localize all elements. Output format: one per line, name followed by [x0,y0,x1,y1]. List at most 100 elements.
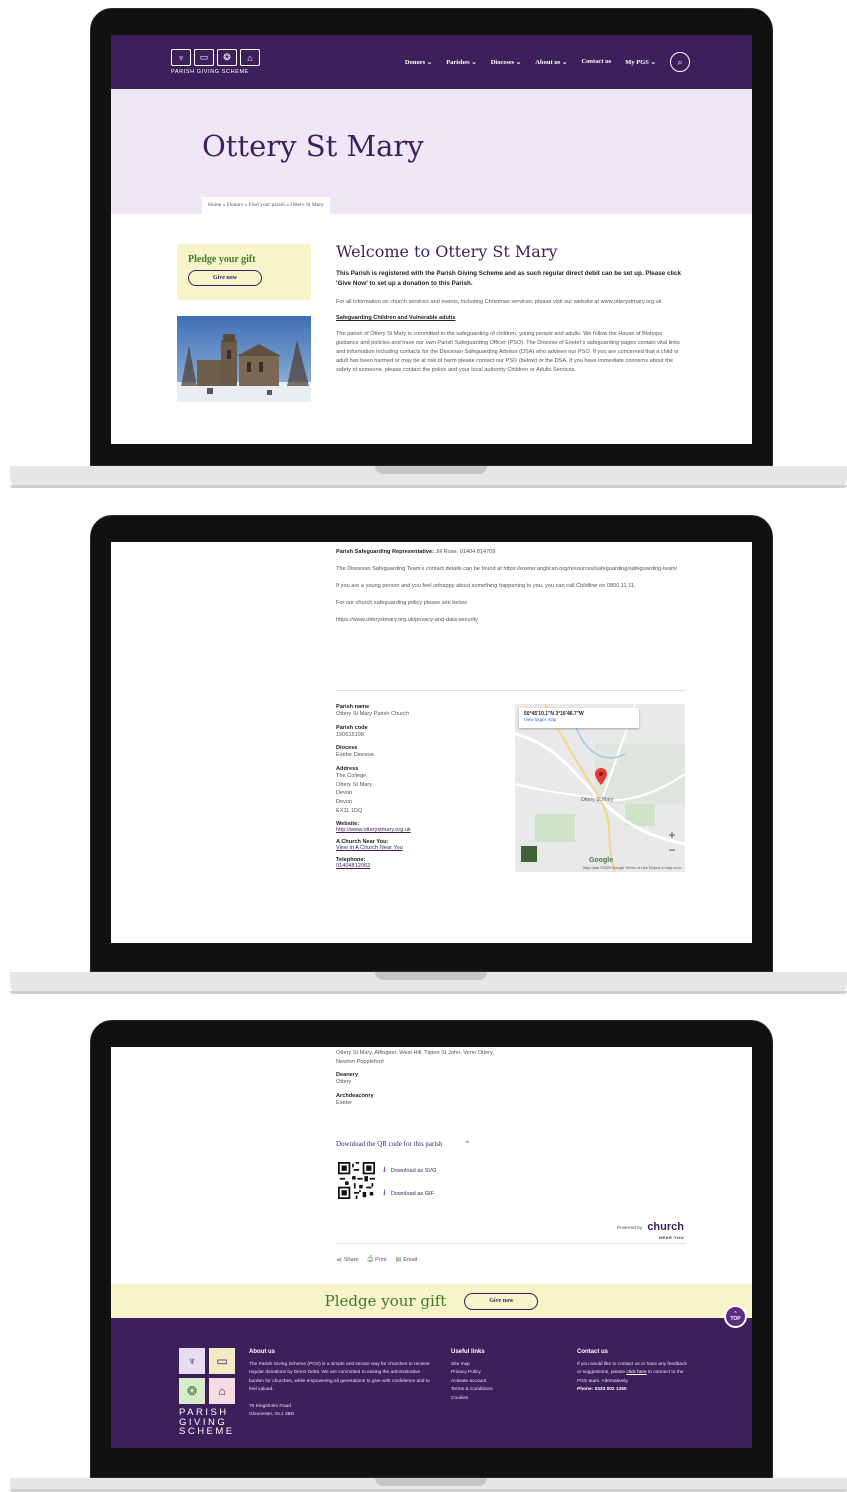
nav-dioceses[interactable]: Dioceses ⌄ [491,58,522,66]
pledge-box: Pledge your gift Give now [177,244,311,300]
circle-of-people-icon: ❂ [179,1378,205,1404]
nav-donors[interactable]: Donors ⌄ [405,58,432,66]
footer-link-privacy[interactable]: Privacy Policy [451,1369,551,1377]
rep-label: Parish Safeguarding Representative: [336,549,434,555]
diocesan-team-text: The Diocesan Safeguarding Team's contact… [336,565,678,572]
footer-link-activate[interactable]: Activate account [451,1378,551,1386]
google-logo: Google [589,857,614,864]
chalice-icon: ♆ [179,1348,205,1374]
deanery-value: Ottery [336,1079,352,1086]
address-line: EX11 1DQ [336,807,363,814]
address-line: Ottery St Mary [336,781,373,788]
website-link[interactable]: http://www.otterystmary.org.uk [336,827,496,833]
policy-url[interactable]: https://www.otterystmary.org.uk/privacy-… [336,616,686,625]
view-larger-map-link[interactable]: View larger map [524,717,634,722]
footer-link-terms[interactable]: Terms & Conditions [451,1386,551,1394]
safeguarding-rep: Parish Safeguarding Representative: Jill… [336,548,686,557]
church-photo [177,316,311,402]
location-map[interactable]: 50°45'10.1"N 3°16'46.7"W View larger map… [515,704,685,872]
footer-logo-text: PARISH GIVING SCHEME [179,1408,239,1437]
footer-about-heading: About us [249,1349,275,1355]
footer-logo[interactable]: ♆ ▭ ❂ ⌂ PARISH GIVING SCHEME [179,1348,239,1437]
parish-name-value: Ottery St Mary Parish Church [336,711,410,717]
qr-section: ⭳ Download as SVG ⭳ Download as GIF [338,1162,437,1210]
safeguarding-contacts: Parish Safeguarding Representative: Jill… [336,548,686,633]
contact-click-here-link[interactable]: click here [626,1370,646,1375]
nav-contact-us[interactable]: Contact us [581,58,611,66]
laptop-notch-3 [375,1478,487,1486]
laptop-frame-1: ♆ ▭ ❂ ⌂ PARISH GIVING SCHEME Donors ⌄ Pa… [90,8,773,466]
download-svg-link[interactable]: ⭳ Download as SVG [383,1164,437,1178]
cny-link[interactable]: View in A Church Near You [336,845,496,851]
nav-parishes[interactable]: Parishes ⌄ [446,58,477,66]
parish-details-continued: Ottery St Mary, Alfington, West Hill, Ti… [336,1049,686,1114]
zoom-in-button[interactable]: + [665,828,679,843]
map-pin-icon[interactable] [595,768,607,785]
book-icon: ▭ [209,1348,235,1374]
breadcrumb[interactable]: Home » Donors » Find your parish » Otter… [202,197,330,214]
address-line: Devon [336,798,353,805]
circle-of-people-icon: ❂ [217,49,237,66]
email-button[interactable]: ✉ Email [395,1256,417,1264]
footer-address: 76 Kingsholm Road Gloucester, GL1 3BD [249,1403,434,1420]
pledge-title: Pledge your gift [188,254,256,265]
footer-address-line: 76 Kingsholm Road [249,1403,291,1409]
email-label: Email [403,1257,418,1263]
footer-contact-heading: Contact us [577,1349,609,1355]
book-icon: ▭ [194,49,214,66]
download-gif-link[interactable]: ⭳ Download as GIF [383,1187,437,1201]
footer-contact-text: If you would like to contact us or have … [577,1361,689,1386]
page-title: Ottery St Mary [202,129,424,163]
search-icon[interactable]: ⌕ [670,52,690,72]
nav-about-us[interactable]: About us ⌄ [535,58,567,66]
laptop-frame-3: Ottery St Mary, Alfington, West Hill, Ti… [90,1020,773,1478]
download-icon: ⭳ [383,1188,386,1197]
laptop-frame-2: Parish Safeguarding Representative: Jill… [90,515,773,972]
qr-code-image [338,1162,375,1199]
telephone-link[interactable]: 01404812062 [336,863,496,869]
building-icon: ⌂ [240,49,260,66]
childline-text: If you are a young person and you feel u… [336,582,636,589]
logo-text: PARISH GIVING SCHEME [171,69,249,75]
nav-my-pgs[interactable]: My PGS ⌄ [625,58,656,66]
back-to-top-button[interactable]: ⌃ TOP [724,1305,747,1328]
qr-code-toggle[interactable]: Download the QR code for this parish ⌃ [336,1139,470,1148]
pgs-logo[interactable]: ♆ ▭ ❂ ⌂ PARISH GIVING SCHEME [171,49,260,75]
page-hero: Ottery St Mary Home » Donors » Find your… [111,89,752,214]
screen-1: ♆ ▭ ❂ ⌂ PARISH GIVING SCHEME Donors ⌄ Pa… [111,35,752,444]
share-button[interactable]: ⋖ Share [336,1256,359,1264]
share-icon: ⋖ [336,1257,342,1264]
email-icon: ✉ [395,1257,402,1264]
download-svg-label: Download as SVG [390,1168,437,1174]
give-now-button[interactable]: Give now [464,1292,539,1310]
download-gif-label: Download as GIF [390,1191,435,1197]
safeguarding-heading: Safeguarding Children and Vulnerable adu… [336,315,456,322]
chevron-up-icon: ⌃ [464,1140,471,1148]
rep-value: Jill Rose, 01404 814709 [435,549,496,555]
map-place-label: Ottery St Mary [581,797,614,803]
print-button[interactable]: ⎙ Print [368,1256,387,1264]
top-navigation: ♆ ▭ ❂ ⌂ PARISH GIVING SCHEME Donors ⌄ Pa… [111,35,752,89]
address-line: The College [336,772,367,779]
footer-about: About us The Parish Giving Scheme (PGS) … [249,1349,434,1419]
pledge-banner: Pledge your gift Give now [111,1284,752,1318]
footer-links-heading: Useful links [451,1349,485,1355]
give-now-button[interactable]: Give now [188,270,262,286]
map-attribution[interactable]: Map data ©2020 Google Terms of Use Repor… [583,866,681,870]
share-bar: ⋖ Share ⎙ Print ✉ Email [336,1256,417,1264]
divider [336,690,686,691]
policy-note: For our church safeguarding policy pleas… [336,599,467,606]
zoom-out-button[interactable]: − [665,843,679,858]
main-article: Welcome to Ottery St Mary This Parish is… [336,242,686,375]
building-icon: ⌂ [209,1378,235,1404]
map-tiles [515,704,685,872]
site-footer: ♆ ▭ ❂ ⌂ PARISH GIVING SCHEME About us Th… [111,1318,752,1448]
footer-link-cookies[interactable]: Cookies [451,1395,551,1403]
safeguarding-text: The parish of Ottery St Mary is committe… [336,331,680,374]
address-line: Devon [336,790,353,797]
footer-link-site-map[interactable]: Site map [451,1361,551,1369]
laptop-notch-2 [375,972,487,980]
footer-address-line: Gloucester, GL1 3BD [249,1411,295,1417]
powered-by[interactable]: Powered by church NEAR YOU [617,1217,684,1241]
services-info: For all information on church services a… [336,298,662,305]
